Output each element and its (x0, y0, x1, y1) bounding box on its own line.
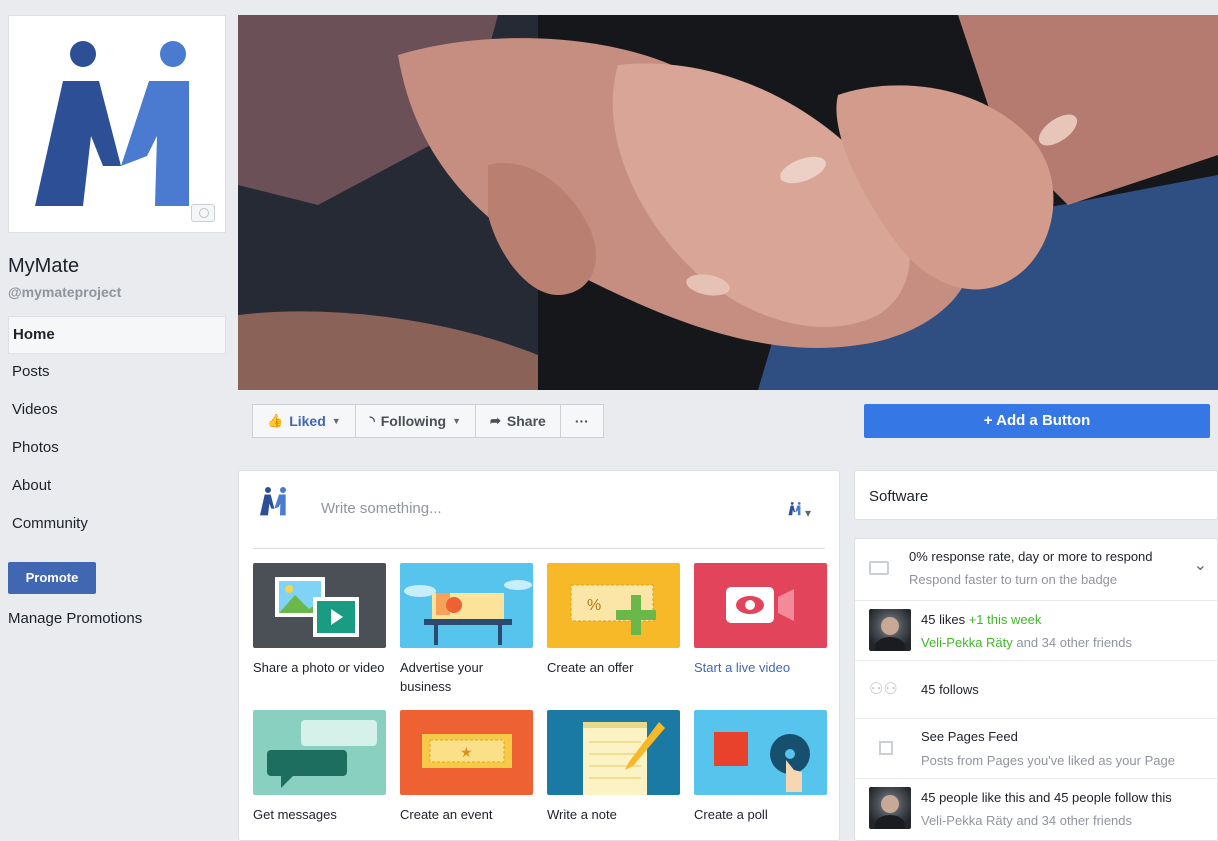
pages-feed-subtitle: Posts from Pages you've liked as your Pa… (921, 753, 1175, 768)
page-stats-card: 0% response rate, day or more to respond… (854, 538, 1218, 841)
summary-text: 45 people like this and 45 people follow… (921, 790, 1172, 805)
page-category[interactable]: Software (869, 488, 928, 505)
chevron-down-icon[interactable]: ⌄ (1194, 555, 1207, 575)
nav-item-about[interactable]: About (8, 468, 226, 506)
profile-picture[interactable] (8, 15, 226, 233)
rss-icon: ◝ (369, 413, 375, 428)
notepad-icon (547, 710, 680, 795)
create-event-option[interactable]: ★ Create an event (400, 710, 533, 841)
svg-text:★: ★ (460, 745, 473, 761)
chevron-down-icon: ▾ (804, 506, 811, 520)
category-card: Software (854, 470, 1218, 520)
cover-image-hands (238, 15, 1218, 390)
response-rate-hint: Respond faster to turn on the badge (909, 572, 1118, 587)
post-composer: Write something... ▾ Share a photo or vi… (238, 470, 840, 841)
response-rate-row[interactable]: 0% response rate, day or more to respond… (855, 539, 1217, 601)
tile-label: Share a photo or video (253, 660, 385, 675)
share-button[interactable]: ➦ Share (474, 404, 561, 438)
nav-item-home[interactable]: Home (8, 316, 226, 354)
write-note-option[interactable]: Write a note (547, 710, 680, 841)
advertise-business-option[interactable]: Advertise your business (400, 563, 533, 698)
page-handle: @mymateproject (8, 284, 122, 300)
start-live-video-option[interactable]: Start a live video (694, 563, 827, 698)
follows-row[interactable]: ⚇⚇ 45 follows (855, 661, 1217, 719)
storefront-icon (400, 563, 533, 648)
nav-item-videos[interactable]: Videos (8, 392, 226, 430)
summary-row[interactable]: 45 people like this and 45 people follow… (855, 779, 1217, 839)
response-rate-text: 0% response rate, day or more to respond (909, 549, 1153, 564)
posting-as-selector[interactable]: ▾ (788, 501, 811, 520)
more-label: ··· (574, 413, 589, 429)
pages-feed-row[interactable]: See Pages Feed Posts from Pages you've l… (855, 719, 1217, 779)
composer-header: Write something... ▾ (253, 471, 825, 549)
following-label: Following (380, 413, 447, 429)
composer-input[interactable]: Write something... (321, 500, 442, 517)
friend-avatar (869, 787, 911, 829)
nav-item-community[interactable]: Community (8, 506, 226, 544)
tile-label: Write a note (547, 807, 617, 822)
cover-photo[interactable] (238, 15, 1218, 390)
tile-label: Create an offer (547, 660, 634, 675)
live-camera-icon (694, 563, 827, 648)
more-options-button[interactable]: ··· (559, 404, 604, 438)
share-photo-video-option[interactable]: Share a photo or video (253, 563, 386, 698)
page-avatar-logo-small (788, 502, 801, 516)
tile-label: Get messages (253, 807, 337, 822)
tile-label: Start a live video (694, 660, 791, 675)
photo-video-icon (253, 563, 386, 648)
chevron-down-icon: ▼ (331, 416, 341, 426)
liked-label: Liked (289, 413, 326, 429)
chevron-down-icon: ▼ (452, 416, 461, 426)
likes-count: 45 likes +1 this week (921, 612, 1041, 627)
create-offer-option[interactable]: % Create an offer (547, 563, 680, 698)
page-action-bar: 👍 Liked ▼ ◝ Following ▼ ➦ Share ··· (252, 404, 604, 438)
poll-icon (694, 710, 827, 795)
svg-text:%: % (587, 597, 601, 614)
left-column: MyMate @mymateproject Home Posts Videos … (8, 15, 226, 627)
share-label: Share (506, 413, 546, 429)
manage-promotions-link[interactable]: Manage Promotions (8, 610, 226, 627)
tile-label: Create a poll (694, 807, 768, 822)
offer-ticket-icon: % (547, 563, 680, 648)
friends-count-text: and 34 other friends (1012, 635, 1133, 650)
chat-bubbles-icon (253, 710, 386, 795)
likes-row[interactable]: 45 likes +1 this week Veli-Pekka Räty an… (855, 601, 1217, 661)
promote-button[interactable]: Promote (8, 562, 96, 594)
follows-count: 45 follows (921, 682, 979, 697)
likes-delta: +1 this week (968, 612, 1042, 627)
create-poll-option[interactable]: Create a poll (694, 710, 827, 841)
friend-avatar (869, 609, 911, 651)
nav-item-photos[interactable]: Photos (8, 430, 226, 468)
page-nav: Home Posts Videos Photos About Community (8, 316, 226, 544)
tile-label: Create an event (400, 807, 493, 822)
feed-icon (879, 741, 893, 755)
following-button[interactable]: ◝ Following ▼ (354, 404, 476, 438)
add-a-button-button[interactable]: + Add a Button (864, 404, 1210, 438)
share-arrow-icon: ➦ (489, 413, 501, 428)
people-icon: ⚇⚇ (869, 681, 898, 698)
mymate-logo (35, 41, 189, 206)
page-name: MyMate (8, 255, 80, 277)
event-ticket-icon: ★ (400, 710, 533, 795)
pages-feed-title: See Pages Feed (921, 729, 1018, 744)
thumbs-up-icon: 👍 (267, 413, 284, 428)
tile-label: Advertise your business (400, 660, 484, 694)
liked-button[interactable]: 👍 Liked ▼ (252, 404, 356, 438)
get-messages-option[interactable]: Get messages (253, 710, 386, 841)
friend-name-link[interactable]: Veli-Pekka Räty (921, 635, 1013, 650)
page-avatar-logo (260, 487, 286, 516)
likes-count-text: 45 likes (921, 612, 966, 627)
composer-options: Share a photo or video Advertise your bu… (253, 563, 827, 841)
likes-friends: Veli-Pekka Räty and 34 other friends (921, 635, 1132, 650)
message-badge-icon (869, 561, 889, 575)
summary-friends: Veli-Pekka Räty and 34 other friends (921, 813, 1133, 828)
camera-icon[interactable] (191, 204, 215, 222)
nav-item-posts[interactable]: Posts (8, 354, 226, 392)
